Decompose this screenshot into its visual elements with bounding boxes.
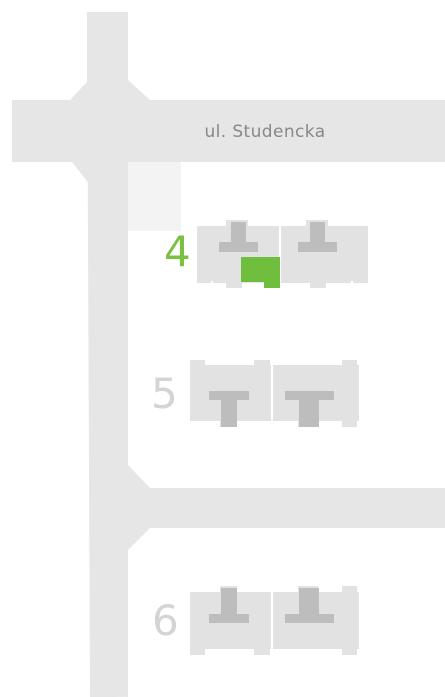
building-number-label: 5: [151, 369, 178, 418]
building-4-block: [197, 220, 368, 288]
selected-apartment[interactable]: [241, 257, 280, 288]
building-6[interactable]: 6: [152, 586, 359, 655]
building-4[interactable]: 4: [164, 220, 368, 288]
building-number-label: 6: [152, 596, 179, 645]
building-6-block: [190, 586, 359, 655]
building-number-label: 4: [164, 227, 191, 276]
building-5[interactable]: 5: [151, 360, 359, 427]
street-label: ul. Studencka: [204, 122, 325, 142]
plaza-area: [128, 162, 181, 231]
site-map: ul. Studencka 4 5 6: [12, 12, 445, 697]
building-5-block: [190, 360, 359, 427]
